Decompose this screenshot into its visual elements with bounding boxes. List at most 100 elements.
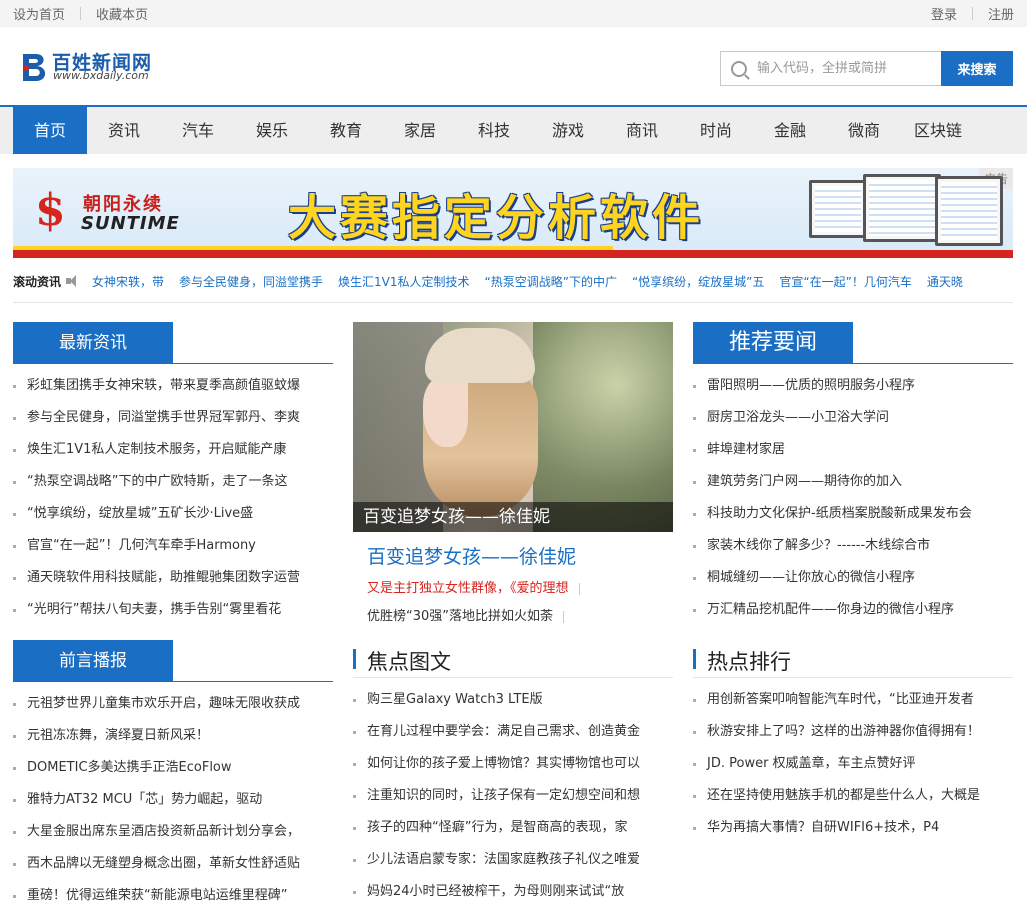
ad-banner[interactable]: 广告 $ 朝阳永续 SUNTIME 大赛指定分析软件 (13, 168, 1013, 258)
list-item[interactable]: 妈妈24小时已经被榨干，为母则刚来试试“放 (353, 876, 673, 908)
nav-item[interactable]: 金融 (753, 107, 827, 154)
nav-item[interactable]: 商讯 (605, 107, 679, 154)
latest-news-section: 最新资讯 彩虹集团携手女神宋轶，带来夏季高颜值驱蚊爆 参与全民健身，同溢堂携手世界… (13, 322, 333, 626)
nav-item[interactable]: 娱乐 (235, 107, 309, 154)
nav-item[interactable]: 科技 (457, 107, 531, 154)
section-title: 最新资讯 (13, 322, 173, 364)
list-item[interactable]: 大星金服出席东呈酒店投资新品新计划分享会， (13, 816, 333, 848)
nav-item[interactable]: 微商 (827, 107, 901, 154)
section-header: 焦点图文 (353, 640, 673, 678)
ticker-item[interactable]: 通天晓 (927, 273, 963, 290)
bookmark-link[interactable]: 收藏本页 (96, 4, 148, 23)
nav-item[interactable]: 首页 (13, 107, 87, 154)
list-item[interactable]: “悦享缤纷，绽放星城”五矿长沙·Live盛 (13, 498, 333, 530)
section-title: 推荐要闻 (693, 322, 853, 364)
ticker-item[interactable]: 官宣“在一起”！几何汽车 (779, 273, 911, 290)
list-item[interactable]: “光明行”帮扶八旬夫妻，携手告别“雾里看花 (13, 594, 333, 626)
login-link[interactable]: 登录 (931, 4, 957, 23)
divider (80, 7, 82, 20)
list-item[interactable]: 万汇精品挖机配件——你身边的微信小程序 (693, 594, 1013, 626)
list-item[interactable]: JD. Power 权威盖章，车主点赞好评 (693, 748, 1013, 780)
site-header: 百姓新闻网 www.bxdaily.com 来搜索 (0, 27, 1027, 107)
main-nav: 首页 资讯 汽车 娱乐 教育 家居 科技 游戏 商讯 时尚 金融 微商 区块链 (0, 107, 1027, 154)
feature-caption: 百变追梦女孩——徐佳妮 (353, 502, 673, 532)
ticker-item[interactable]: 焕生汇1V1私人定制技术 (338, 273, 469, 290)
list-item[interactable]: 用创新答案叩响智能汽车时代，“比亚迪开发者 (693, 684, 1013, 716)
feature-sub-link[interactable]: 优胜榜“30强”落地比拼如火如荼 (353, 603, 673, 631)
list-item[interactable]: 华为再搞大事情？自研WIFI6+技术，P4 (693, 812, 1013, 844)
search-box[interactable] (720, 51, 941, 86)
register-link[interactable]: 注册 (988, 4, 1014, 23)
section-header: 热点排行 (693, 640, 1013, 678)
feature-title[interactable]: 百变追梦女孩——徐佳妮 (353, 532, 673, 575)
list-item[interactable]: 元祖冻冻舞，演绎夏日新风采！ (13, 720, 333, 752)
list-item[interactable]: 雅特力AT32 MCU「芯」势力崛起，驱动 (13, 784, 333, 816)
ticker-item[interactable]: “悦享缤纷，绽放星城”五 (632, 273, 764, 290)
list-item[interactable]: 秋游安排上了吗？这样的出游神器你值得拥有！ (693, 716, 1013, 748)
list-item[interactable]: 注重知识的同时，让孩子保有一定幻想空间和想 (353, 780, 673, 812)
section-title: 前言播报 (13, 640, 173, 682)
list-item[interactable]: 参与全民健身，同溢堂携手世界冠军郭丹、李爽 (13, 402, 333, 434)
divider (971, 7, 973, 20)
list-item[interactable]: 购三星Galaxy Watch3 LTE版 (353, 684, 673, 716)
list-item[interactable]: 建筑劳务门户网——期待你的加入 (693, 466, 1013, 498)
section-title: 焦点图文 (367, 650, 451, 674)
nav-item[interactable]: 时尚 (679, 107, 753, 154)
list-item[interactable]: 科技助力文化保护-纸质档案脱酸新成果发布会 (693, 498, 1013, 530)
list-item[interactable]: 彩虹集团携手女神宋轶，带来夏季高颜值驱蚊爆 (13, 370, 333, 402)
section-header: 推荐要闻 (693, 322, 1013, 364)
list-item[interactable]: 还在坚持使用魅族手机的都是些什么人，大概是 (693, 780, 1013, 812)
list-item[interactable]: 通天晓软件用科技赋能，助推鲲驰集团数字运营 (13, 562, 333, 594)
logo-mark-icon (23, 54, 46, 81)
search-button[interactable]: 来搜索 (941, 51, 1013, 86)
list-item[interactable]: 元祖梦世界儿童集市欢乐开启，趣味无限收获成 (13, 688, 333, 720)
section-header: 最新资讯 (13, 322, 333, 364)
ticker-item[interactable]: 参与全民健身，同溢堂携手 (179, 273, 323, 290)
nav-item[interactable]: 家居 (383, 107, 457, 154)
list-item[interactable]: 家装木线你了解多少？------木线综合市 (693, 530, 1013, 562)
banner-decoration (13, 250, 1013, 258)
preface-section: 前言播报 元祖梦世界儿童集市欢乐开启，趣味无限收获成 元祖冻冻舞，演绎夏日新风采！… (13, 640, 333, 912)
list-item[interactable]: 官宣“在一起”！几何汽车牵手Harmony (13, 530, 333, 562)
list-item[interactable]: 厨房卫浴龙头——小卫浴大学问 (693, 402, 1013, 434)
list-item[interactable]: 在育儿过程中要学会：满足自己需求、创造黄金 (353, 716, 673, 748)
nav-item[interactable]: 资讯 (87, 107, 161, 154)
nav-item[interactable]: 区块链 (901, 107, 975, 154)
nav-item[interactable]: 汽车 (161, 107, 235, 154)
section-title: 热点排行 (707, 650, 791, 674)
list-item[interactable]: 西木品牌以无缝塑身概念出圈，革新女性舒适贴 (13, 848, 333, 880)
divider (13, 302, 1013, 303)
feature-section: 百变追梦女孩——徐佳妮 百变追梦女孩——徐佳妮 又是主打独立女性群像，《爱的理想… (353, 322, 673, 631)
list-item[interactable]: 如何让你的孩子爱上博物馆？其实博物馆也可以 (353, 748, 673, 780)
speaker-icon (66, 274, 82, 288)
monitor-image (935, 176, 1003, 246)
nav-item[interactable]: 游戏 (531, 107, 605, 154)
top-bar: 设为首页 收藏本页 登录 注册 (0, 0, 1027, 27)
ticker-item[interactable]: “热泵空调战略”下的中广 (485, 273, 617, 290)
list-item[interactable]: 孩子的四种“怪癖”行为，是智商高的表现，家 (353, 812, 673, 844)
list-item[interactable]: 雷阳照明——优质的照明服务小程序 (693, 370, 1013, 402)
search-bar: 来搜索 (720, 51, 1013, 86)
set-home-link[interactable]: 设为首页 (13, 4, 65, 23)
feature-image[interactable]: 百变追梦女孩——徐佳妮 (353, 322, 673, 532)
monitor-image (809, 180, 867, 238)
ticker-label: 滚动资讯 (13, 274, 62, 289)
brand-logo-icon: $ (35, 185, 66, 236)
recommend-section: 推荐要闻 雷阳照明——优质的照明服务小程序 厨房卫浴龙头——小卫浴大学问 蚌埠建材家… (693, 322, 1013, 626)
logo-url: www.bxdaily.com (53, 69, 149, 82)
search-input[interactable] (757, 61, 927, 76)
list-item[interactable]: 蚌埠建材家居 (693, 434, 1013, 466)
section-header: 前言播报 (13, 640, 333, 682)
list-item[interactable]: DOMETIC多美达携手正浩EcoFlow (13, 752, 333, 784)
feature-sub-link[interactable]: 又是主打独立女性群像，《爱的理想 (353, 575, 673, 603)
ticker-item[interactable]: 女神宋轶，带 (92, 273, 164, 290)
list-item[interactable]: 重磅！优得运维荣获“新能源电站运维里程碑” (13, 880, 333, 912)
nav-item[interactable]: 教育 (309, 107, 383, 154)
monitor-image (863, 174, 941, 242)
site-logo[interactable]: 百姓新闻网 www.bxdaily.com (20, 46, 180, 86)
list-item[interactable]: 焕生汇1V1私人定制技术服务，开启赋能产康 (13, 434, 333, 466)
list-item[interactable]: 少儿法语启蒙专家：法国家庭教孩子礼仪之唯爱 (353, 844, 673, 876)
list-item[interactable]: 桐城缝纫——让你放心的微信小程序 (693, 562, 1013, 594)
list-item[interactable]: “热泵空调战略”下的中广欧特斯，走了一条这 (13, 466, 333, 498)
search-icon (731, 60, 747, 77)
